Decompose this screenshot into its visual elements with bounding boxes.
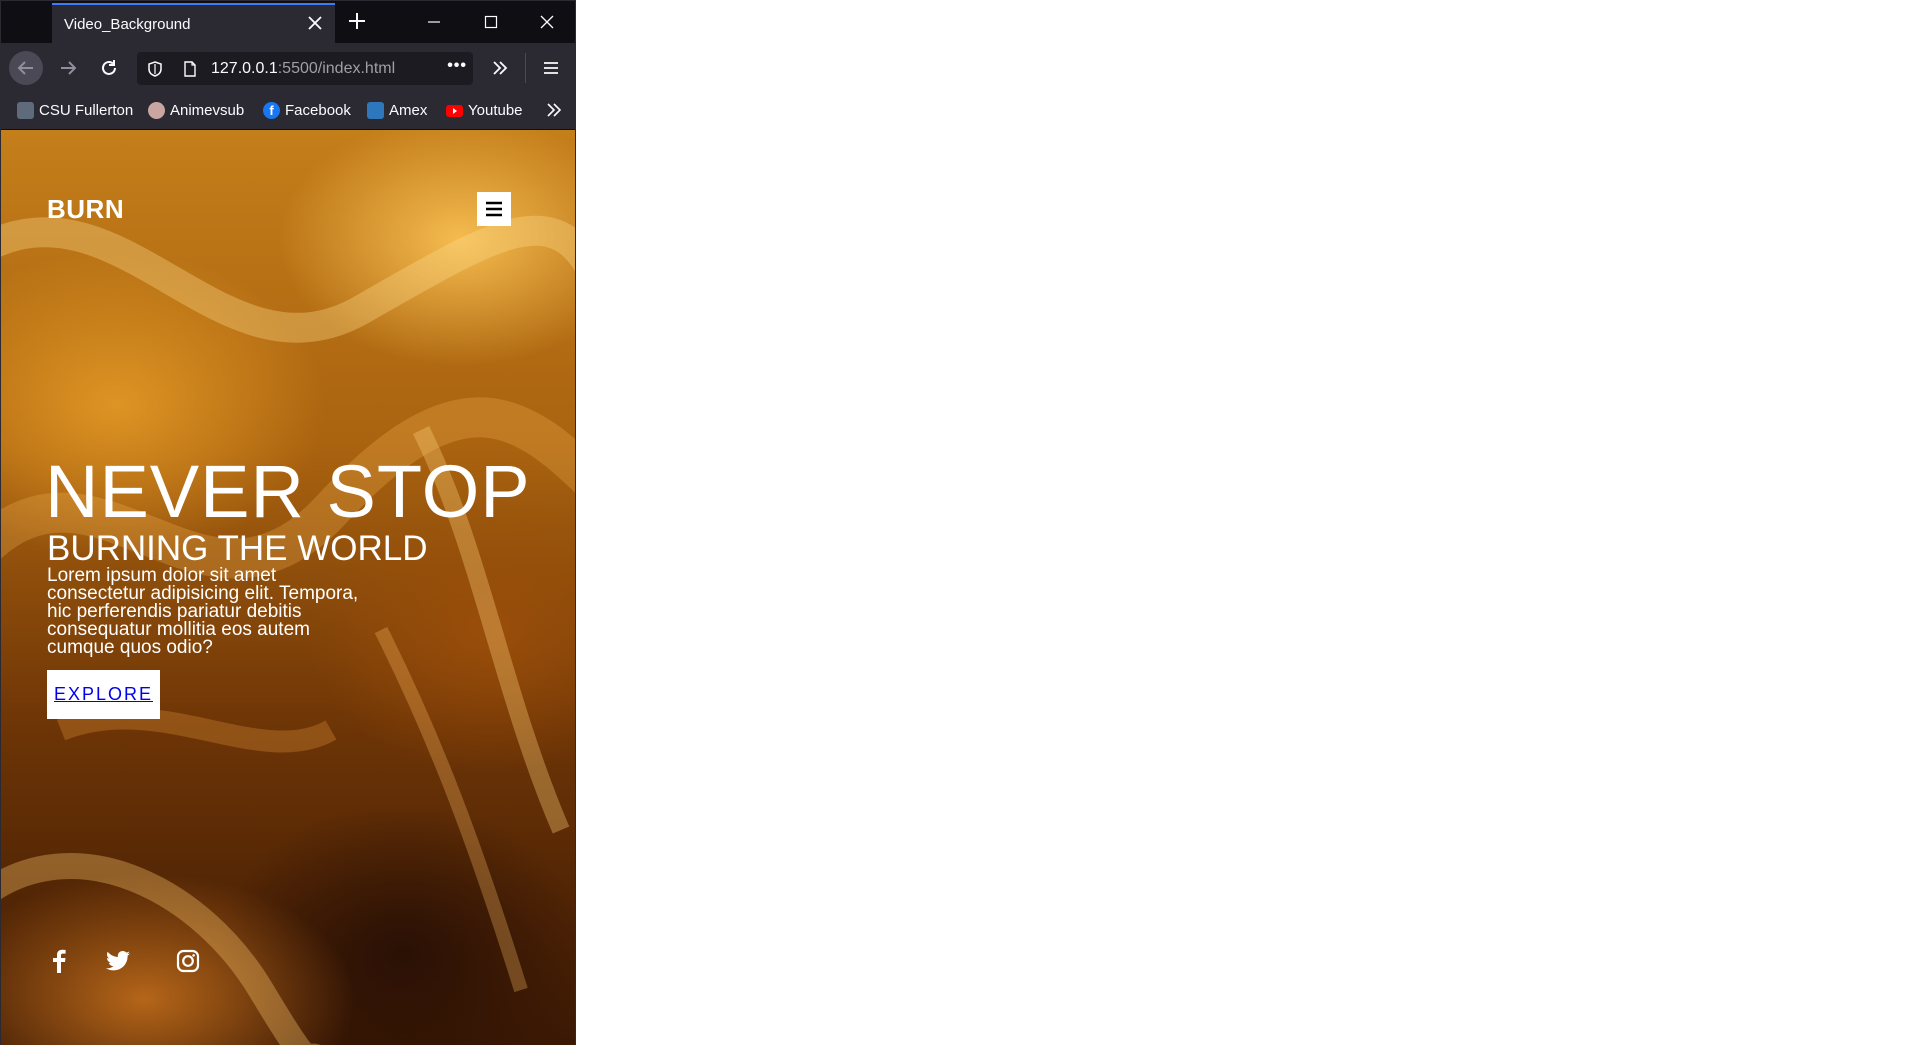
page-viewport: BURN NEVER STOP BURNING THE WORLD Lorem …: [1, 130, 575, 1045]
bookmarks-toolbar: CSU Fullerton Animevsub f Facebook Amex …: [1, 93, 575, 130]
bookmark-label: Animevsub: [170, 102, 245, 119]
bookmark-csu-fullerton[interactable]: CSU Fullerton: [17, 102, 133, 119]
navigation-toolbar: 127.0.0.1:5500/index.html •••: [1, 43, 575, 93]
address-bar[interactable]: 127.0.0.1:5500/index.html •••: [137, 52, 473, 85]
tab-video-background[interactable]: Video_Background: [52, 3, 335, 43]
hero-title: NEVER STOP: [45, 450, 531, 533]
app-menu-button[interactable]: [534, 51, 568, 85]
tab-strip: Video_Background: [1, 1, 575, 43]
twitter-icon: [106, 951, 130, 971]
animevsub-icon: [148, 102, 165, 119]
instagram-icon: [176, 949, 200, 973]
bookmark-label: CSU Fullerton: [39, 102, 134, 119]
amex-icon: [367, 102, 384, 119]
hamburger-icon: [544, 62, 558, 74]
arrow-right-icon: [61, 61, 77, 75]
forward-button[interactable]: [51, 51, 85, 85]
instagram-link[interactable]: [173, 946, 203, 976]
shield-icon[interactable]: [146, 60, 164, 78]
reload-button[interactable]: [92, 51, 126, 85]
bookmark-label: Facebook: [285, 102, 351, 119]
youtube-icon: [446, 104, 463, 117]
toolbar-divider: [525, 53, 526, 83]
reload-icon: [102, 60, 116, 75]
close-window-button[interactable]: [519, 1, 575, 43]
maximize-icon: [484, 15, 498, 29]
bookmark-label: Amex: [389, 102, 428, 119]
url-path: :5500/index.html: [277, 60, 396, 77]
maximize-button[interactable]: [463, 1, 519, 43]
facebook-icon: f: [263, 102, 280, 119]
bookmark-amex[interactable]: Amex: [367, 102, 427, 119]
page-actions-button[interactable]: •••: [447, 57, 467, 75]
hamburger-icon: [486, 201, 502, 217]
url-host: 127.0.0.1: [211, 60, 278, 77]
bookmark-label: Youtube: [468, 102, 523, 119]
new-tab-icon[interactable]: [346, 10, 368, 32]
csuf-icon: [17, 102, 34, 119]
chevron-double-right-icon: [493, 61, 508, 75]
hero-subtitle: BURNING THE WORLD: [47, 529, 428, 568]
close-icon: [540, 15, 554, 29]
overflow-button[interactable]: [483, 51, 517, 85]
tab-title: Video_Background: [64, 16, 191, 33]
bookmark-animevsub[interactable]: Animevsub: [148, 102, 244, 119]
url-text[interactable]: 127.0.0.1:5500/index.html: [211, 60, 395, 78]
minimize-button[interactable]: [406, 1, 462, 43]
facebook-link[interactable]: [44, 946, 74, 976]
back-button[interactable]: [9, 51, 43, 85]
browser-window: Video_Background 127.0.0.1:5500/index.ht…: [0, 0, 576, 1045]
twitter-link[interactable]: [103, 946, 133, 976]
bookmark-facebook[interactable]: f Facebook: [263, 102, 351, 119]
explore-button[interactable]: EXPLORE: [47, 670, 160, 719]
arrow-left-icon: [17, 61, 33, 75]
menu-toggle-button[interactable]: [477, 192, 511, 226]
close-tab-icon[interactable]: [305, 13, 325, 33]
hero-description: Lorem ipsum dolor sit amet consectetur a…: [47, 565, 359, 658]
page-icon[interactable]: [181, 60, 199, 78]
facebook-icon: [53, 949, 66, 973]
minimize-icon: [428, 21, 440, 23]
chevron-double-right-icon[interactable]: [545, 101, 563, 119]
site-logo[interactable]: BURN: [47, 194, 124, 225]
bookmark-youtube[interactable]: Youtube: [446, 102, 523, 119]
